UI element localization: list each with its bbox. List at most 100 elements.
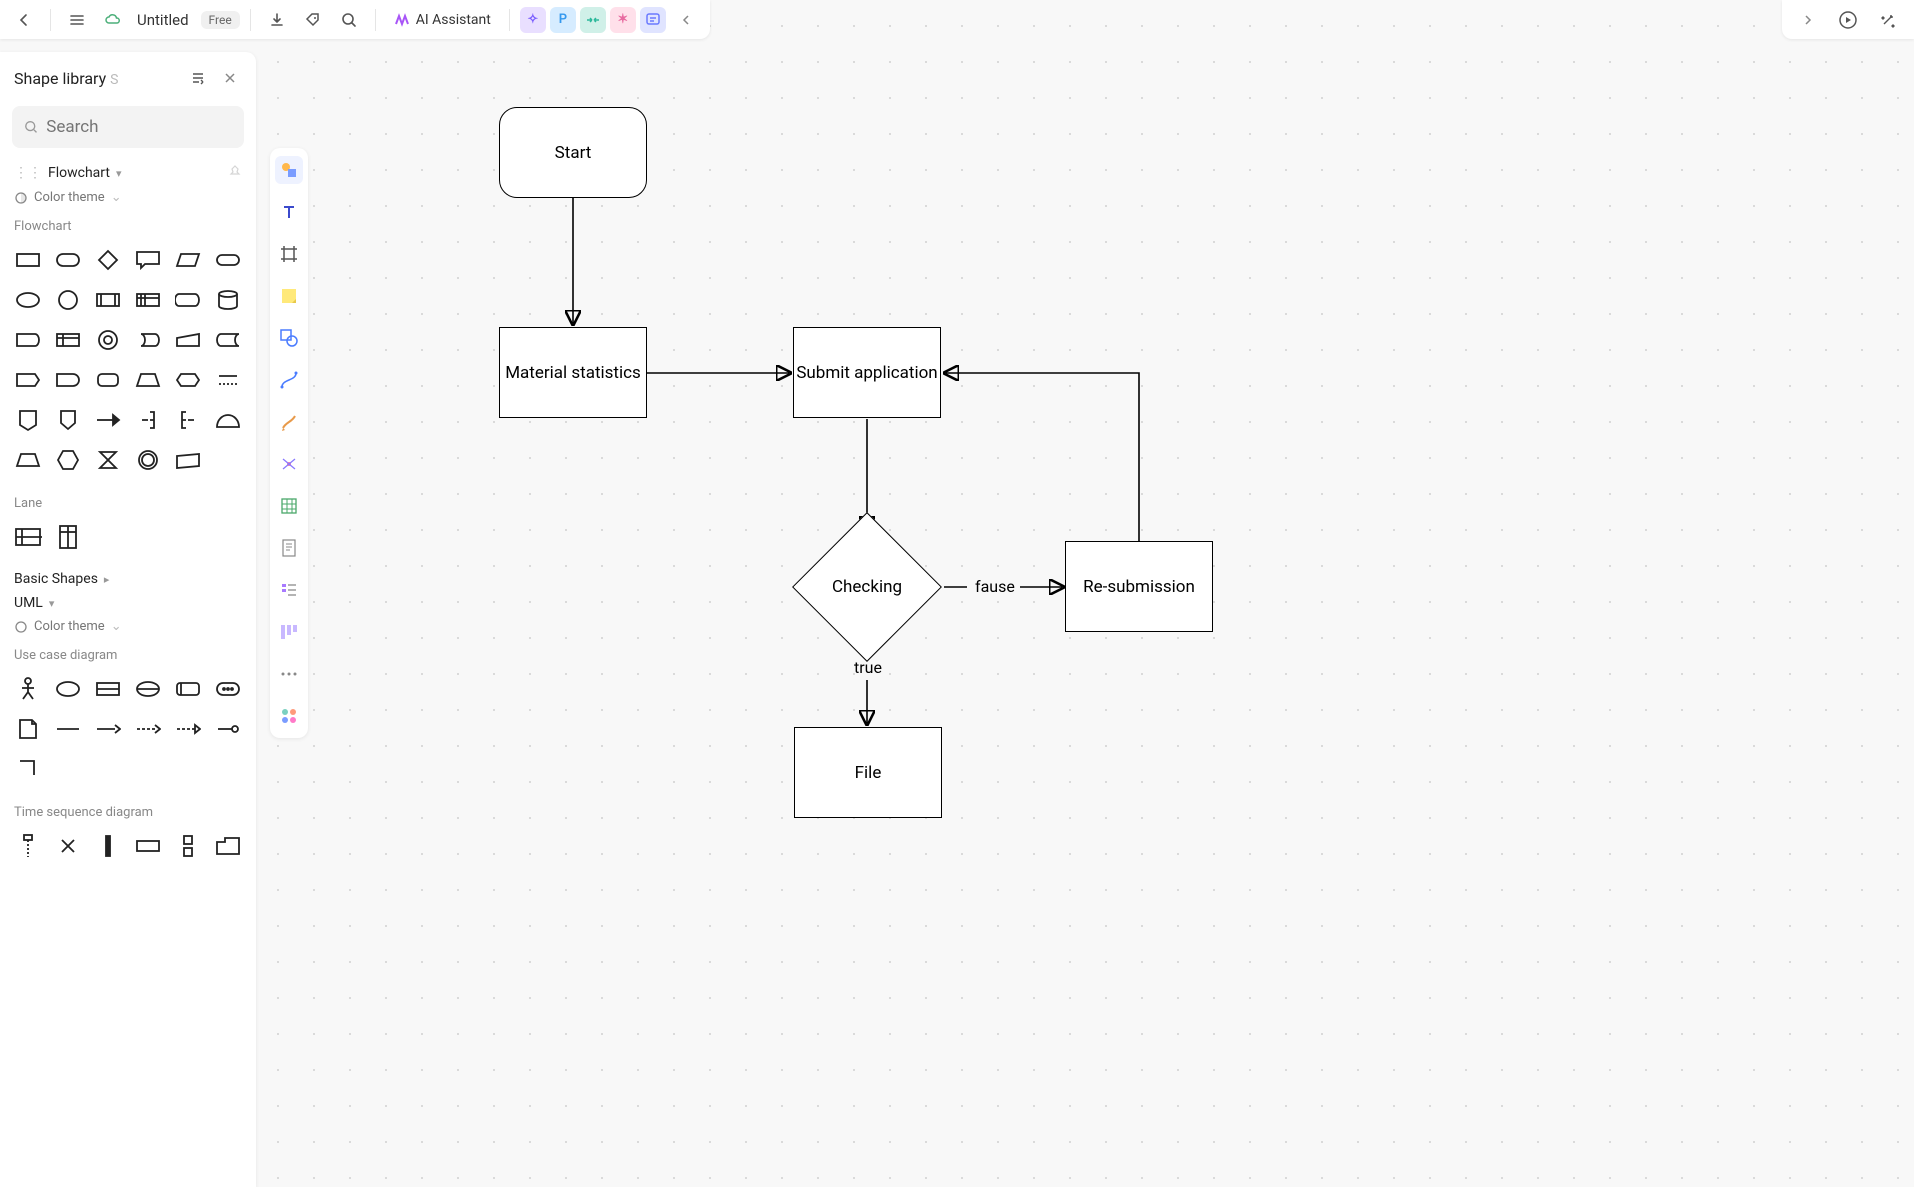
sidebar-list-icon[interactable]	[186, 66, 210, 90]
shape-actor[interactable]	[12, 673, 44, 705]
edge-label-true[interactable]: true	[854, 658, 882, 677]
shape-delay[interactable]	[52, 364, 84, 396]
shape-table[interactable]	[52, 324, 84, 356]
tool-kanban[interactable]	[275, 618, 303, 646]
node-submit[interactable]: Submit application	[793, 327, 941, 418]
shape-trap-up[interactable]	[12, 444, 44, 476]
tool-more[interactable]	[275, 660, 303, 688]
sparkle-button[interactable]	[1872, 4, 1904, 36]
node-file[interactable]: File	[794, 727, 942, 818]
shape-rect-small[interactable]	[132, 830, 164, 862]
shape-arc[interactable]	[212, 404, 244, 436]
tool-mindmap[interactable]	[275, 450, 303, 478]
shape-lollipop[interactable]	[212, 713, 244, 745]
section-uml[interactable]: UML▾	[0, 589, 256, 613]
pin-icon[interactable]	[228, 164, 242, 182]
shape-tag-left[interactable]	[12, 364, 44, 396]
shape-predefined[interactable]	[92, 284, 124, 316]
shape-package[interactable]	[212, 830, 244, 862]
shape-interface[interactable]	[132, 673, 164, 705]
cloud-sync-icon[interactable]	[97, 4, 129, 36]
node-checking[interactable]: Checking	[792, 532, 942, 642]
shape-hexagon[interactable]	[52, 444, 84, 476]
shape-dashed-arrow[interactable]	[132, 713, 164, 745]
color-theme-row-2[interactable]: Color theme⌄	[0, 613, 256, 640]
shape-arrow-right[interactable]	[92, 404, 124, 436]
node-resubmit[interactable]: Re-submission	[1065, 541, 1213, 632]
shape-skew-rect[interactable]	[172, 444, 204, 476]
shape-card[interactable]	[12, 324, 44, 356]
shape-note[interactable]	[12, 713, 44, 745]
tool-shapes[interactable]	[275, 156, 303, 184]
tool-table[interactable]	[275, 492, 303, 520]
shape-database[interactable]	[212, 284, 244, 316]
shape-activation[interactable]	[92, 830, 124, 862]
ai-assistant-button[interactable]: AI Assistant	[386, 8, 499, 32]
shape-lane-v[interactable]	[52, 521, 84, 553]
shape-assoc-arrow[interactable]	[92, 713, 124, 745]
tool-connector[interactable]	[275, 366, 303, 394]
doc-title[interactable]: Untitled	[133, 11, 193, 29]
shape-offpage[interactable]	[12, 404, 44, 436]
shape-diamond[interactable]	[92, 244, 124, 276]
shape-circle[interactable]	[52, 284, 84, 316]
sidebar-close-icon[interactable]	[218, 66, 242, 90]
shape-bracket-right[interactable]	[132, 404, 164, 436]
shape-shield[interactable]	[52, 404, 84, 436]
shape-dashed-open[interactable]	[172, 713, 204, 745]
tool-sticky[interactable]	[275, 282, 303, 310]
app-chip-2[interactable]: P	[550, 7, 576, 33]
node-start[interactable]: Start	[499, 107, 647, 198]
shape-frame[interactable]	[172, 673, 204, 705]
shape-sum[interactable]	[92, 444, 124, 476]
shape-display[interactable]	[172, 284, 204, 316]
search-input-wrap[interactable]	[12, 106, 244, 148]
app-chip-5[interactable]	[640, 7, 666, 33]
shape-manual-input[interactable]	[172, 324, 204, 356]
shape-lifeline[interactable]	[12, 830, 44, 862]
shape-hexagon-h[interactable]	[172, 364, 204, 396]
tool-shape-combo[interactable]	[275, 324, 303, 352]
shape-trapezoid[interactable]	[132, 364, 164, 396]
shape-rounded[interactable]	[92, 364, 124, 396]
shape-lane-h[interactable]	[12, 521, 44, 553]
tool-pen[interactable]	[275, 408, 303, 436]
shape-line[interactable]	[52, 713, 84, 745]
shape-fragment[interactable]	[172, 830, 204, 862]
shape-usecase-ellipse[interactable]	[52, 673, 84, 705]
expand-right-icon[interactable]	[1792, 4, 1824, 36]
shape-internal-storage[interactable]	[132, 284, 164, 316]
back-button[interactable]	[8, 4, 40, 36]
tool-frame[interactable]	[275, 240, 303, 268]
app-chip-1[interactable]: ✧	[520, 7, 546, 33]
shape-connector-circle[interactable]	[92, 324, 124, 356]
tool-text[interactable]	[275, 198, 303, 226]
search-button[interactable]	[333, 4, 365, 36]
shape-stored-data[interactable]	[212, 324, 244, 356]
section-basic-shapes[interactable]: Basic Shapes▸	[0, 565, 256, 589]
tool-list[interactable]	[275, 576, 303, 604]
menu-button[interactable]	[61, 4, 93, 36]
color-theme-row[interactable]: Color theme⌄	[0, 184, 256, 211]
download-button[interactable]	[261, 4, 293, 36]
shape-ellipse[interactable]	[12, 284, 44, 316]
shape-component[interactable]	[92, 673, 124, 705]
search-input[interactable]	[46, 117, 232, 137]
shape-rectangle[interactable]	[12, 244, 44, 276]
shape-corner[interactable]	[12, 753, 44, 785]
app-chip-3[interactable]	[580, 7, 606, 33]
section-flowchart[interactable]: ⋮⋮Flowchart▾	[0, 158, 256, 184]
edge-label-false[interactable]: fause	[975, 577, 1015, 596]
shape-bracket-left[interactable]	[172, 404, 204, 436]
shape-note-dots[interactable]	[212, 673, 244, 705]
node-material[interactable]: Material statistics	[499, 327, 647, 418]
shape-more-dots[interactable]	[212, 364, 244, 396]
shape-parallelogram[interactable]	[172, 244, 204, 276]
shape-callout[interactable]	[132, 244, 164, 276]
tool-doc[interactable]	[275, 534, 303, 562]
shape-double-circle[interactable]	[132, 444, 164, 476]
app-chip-4[interactable]: ✶	[610, 7, 636, 33]
play-button[interactable]	[1832, 4, 1864, 36]
shape-rounded-rect[interactable]	[52, 244, 84, 276]
tool-apps[interactable]	[275, 702, 303, 730]
